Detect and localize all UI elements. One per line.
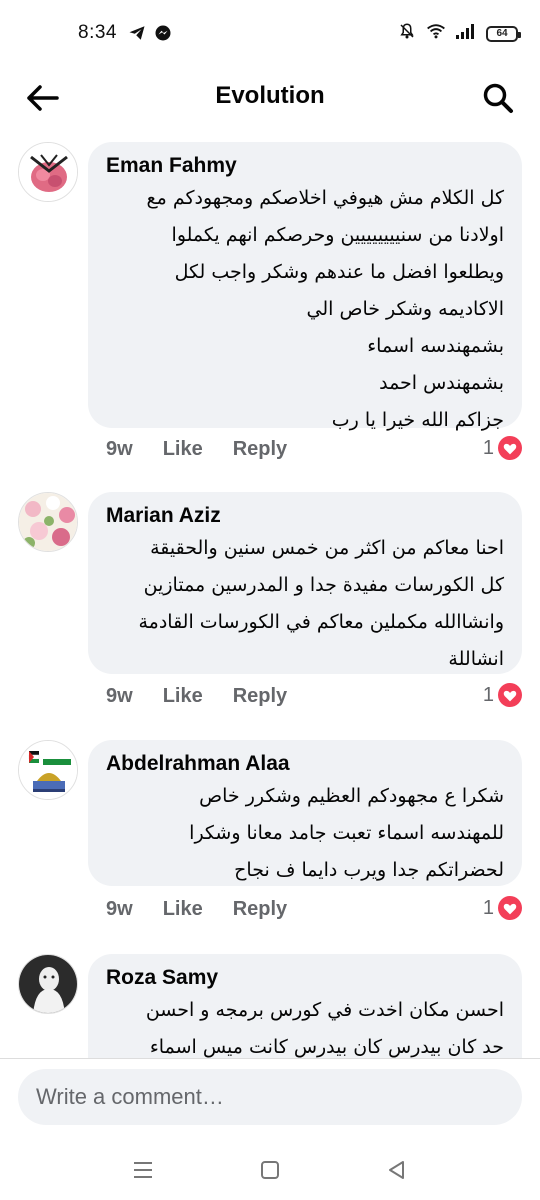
reply-button[interactable]: Reply [233,898,287,921]
reaction-summary[interactable]: 1 [483,436,522,460]
mute-icon [398,22,416,45]
comment-bubble[interactable]: Marian Aziz احنا معاكم من اكثر من خمس سن… [88,492,522,674]
telegram-icon [128,24,146,47]
comment-actions: 9w Like Reply [106,898,287,921]
search-icon [483,83,513,113]
square-icon [260,1161,279,1179]
comment-line: اولادنا من سنيييييييين وحرصكم انهم يكملو… [171,224,504,246]
comment-input[interactable] [18,1069,522,1125]
avatar[interactable] [18,740,78,800]
comment-time: 9w [106,438,133,460]
like-button[interactable]: Like [163,438,203,461]
comment-line: ويطلعوا افضل ما عندهم وشكر واجب لكل [174,261,504,283]
comment-line: الاكاديمه وشكر خاص الي [306,298,504,320]
comment-text: شكرا ع مجهودكم العظيم وشكرر خاص للمهندسه… [106,778,504,889]
messenger-icon [154,24,172,47]
home-button[interactable] [250,1150,290,1190]
comment-text: احنا معاكم من اكثر من خمس سنين والحقيقة … [106,530,504,678]
comment-actions: 9w Like Reply [106,685,287,708]
comment-time: 9w [106,898,133,920]
comment-text: كل الكلام مش هيوفي اخلاصكم ومجهودكم مع ا… [106,180,504,439]
like-button[interactable]: Like [163,685,203,708]
reaction-summary[interactable]: 1 [483,683,522,707]
comment-author[interactable]: Roza Samy [106,964,504,992]
triangle-back-icon [388,1161,404,1179]
comment-line: بشمهندس احمد [379,372,504,394]
comment-line: للمهندسه اسماء تعبت جامد معانا وشكرا [189,822,504,844]
system-back-button[interactable] [377,1150,417,1190]
comments-list[interactable]: Eman Fahmy كل الكلام مش هيوفي اخلاصكم وم… [0,128,540,1058]
reaction-count: 1 [482,436,494,459]
reaction-summary[interactable]: 1 [483,896,522,920]
heart-icon [498,683,522,707]
comment-line: حد كان بيدرس كان بيدرس كانت ميس اسماء [149,1036,504,1058]
status-time: 8:34 [78,22,117,43]
search-button[interactable] [478,78,518,118]
comment-time: 9w [106,685,133,707]
comment-author[interactable]: Marian Aziz [106,502,504,530]
comment-line: كل الكورسات مفيدة جدا و المدرسين ممتازين [143,574,504,596]
heart-icon [498,896,522,920]
comment-line: كل الكلام مش هيوفي اخلاصكم ومجهودكم مع [146,187,504,209]
battery-level: 64 [496,28,508,39]
signal-icon [456,23,476,44]
comment-line: احسن مكان اخدت في كورس برمجه و احسن [145,999,504,1021]
comment-line: وانشاالله مكملين معاكم في الكورسات القاد… [138,611,504,633]
battery-icon: 64 [486,25,521,42]
comment-line: انشاللة [448,648,504,670]
avatar[interactable] [18,954,78,1014]
page-title: Evolution [215,82,325,109]
comment-bubble[interactable]: Eman Fahmy كل الكلام مش هيوفي اخلاصكم وم… [88,142,522,431]
reply-button[interactable]: Reply [233,438,287,461]
comment-line: لحضراتكم جدا ويرب دايما ف نجاح [234,859,504,881]
reply-button[interactable]: Reply [233,685,287,708]
avatar[interactable] [18,492,78,552]
comment-line: احنا معاكم من اكثر من خمس سنين والحقيقة [150,537,504,559]
like-button[interactable]: Like [163,898,203,921]
comment-author[interactable]: Abdelrahman Alaa [106,750,504,778]
wifi-icon [426,22,446,45]
comment-line: بشمهندسه اسماء [367,335,504,357]
status-bar: 8:34 64 [0,0,540,68]
comment-line: جزاكم الله خيرا يا رب [331,409,504,431]
heart-icon [498,436,522,460]
reaction-count: 1 [482,683,494,706]
recent-apps-button[interactable] [123,1150,163,1190]
comment-author[interactable]: Eman Fahmy [106,152,504,180]
menu-lines-icon [134,1162,153,1178]
avatar[interactable] [18,142,78,202]
comment-actions: 9w Like Reply [106,438,287,461]
comment-bubble[interactable]: Roza Samy احسن مكان اخدت في كورس برمجه و… [88,954,522,1058]
comment-text: احسن مكان اخدت في كورس برمجه و احسن حد ك… [106,992,504,1058]
status-notification-icons [128,24,172,47]
reaction-count: 1 [482,896,494,919]
comment-composer [0,1058,540,1140]
comment-line: شكرا ع مجهودكم العظيم وشكرر خاص [199,785,504,807]
app-header: Evolution [0,68,540,128]
comment-bubble[interactable]: Abdelrahman Alaa شكرا ع مجهودكم العظيم و… [88,740,522,886]
status-system-icons: 64 [398,22,521,45]
system-navigation-bar [0,1140,540,1200]
